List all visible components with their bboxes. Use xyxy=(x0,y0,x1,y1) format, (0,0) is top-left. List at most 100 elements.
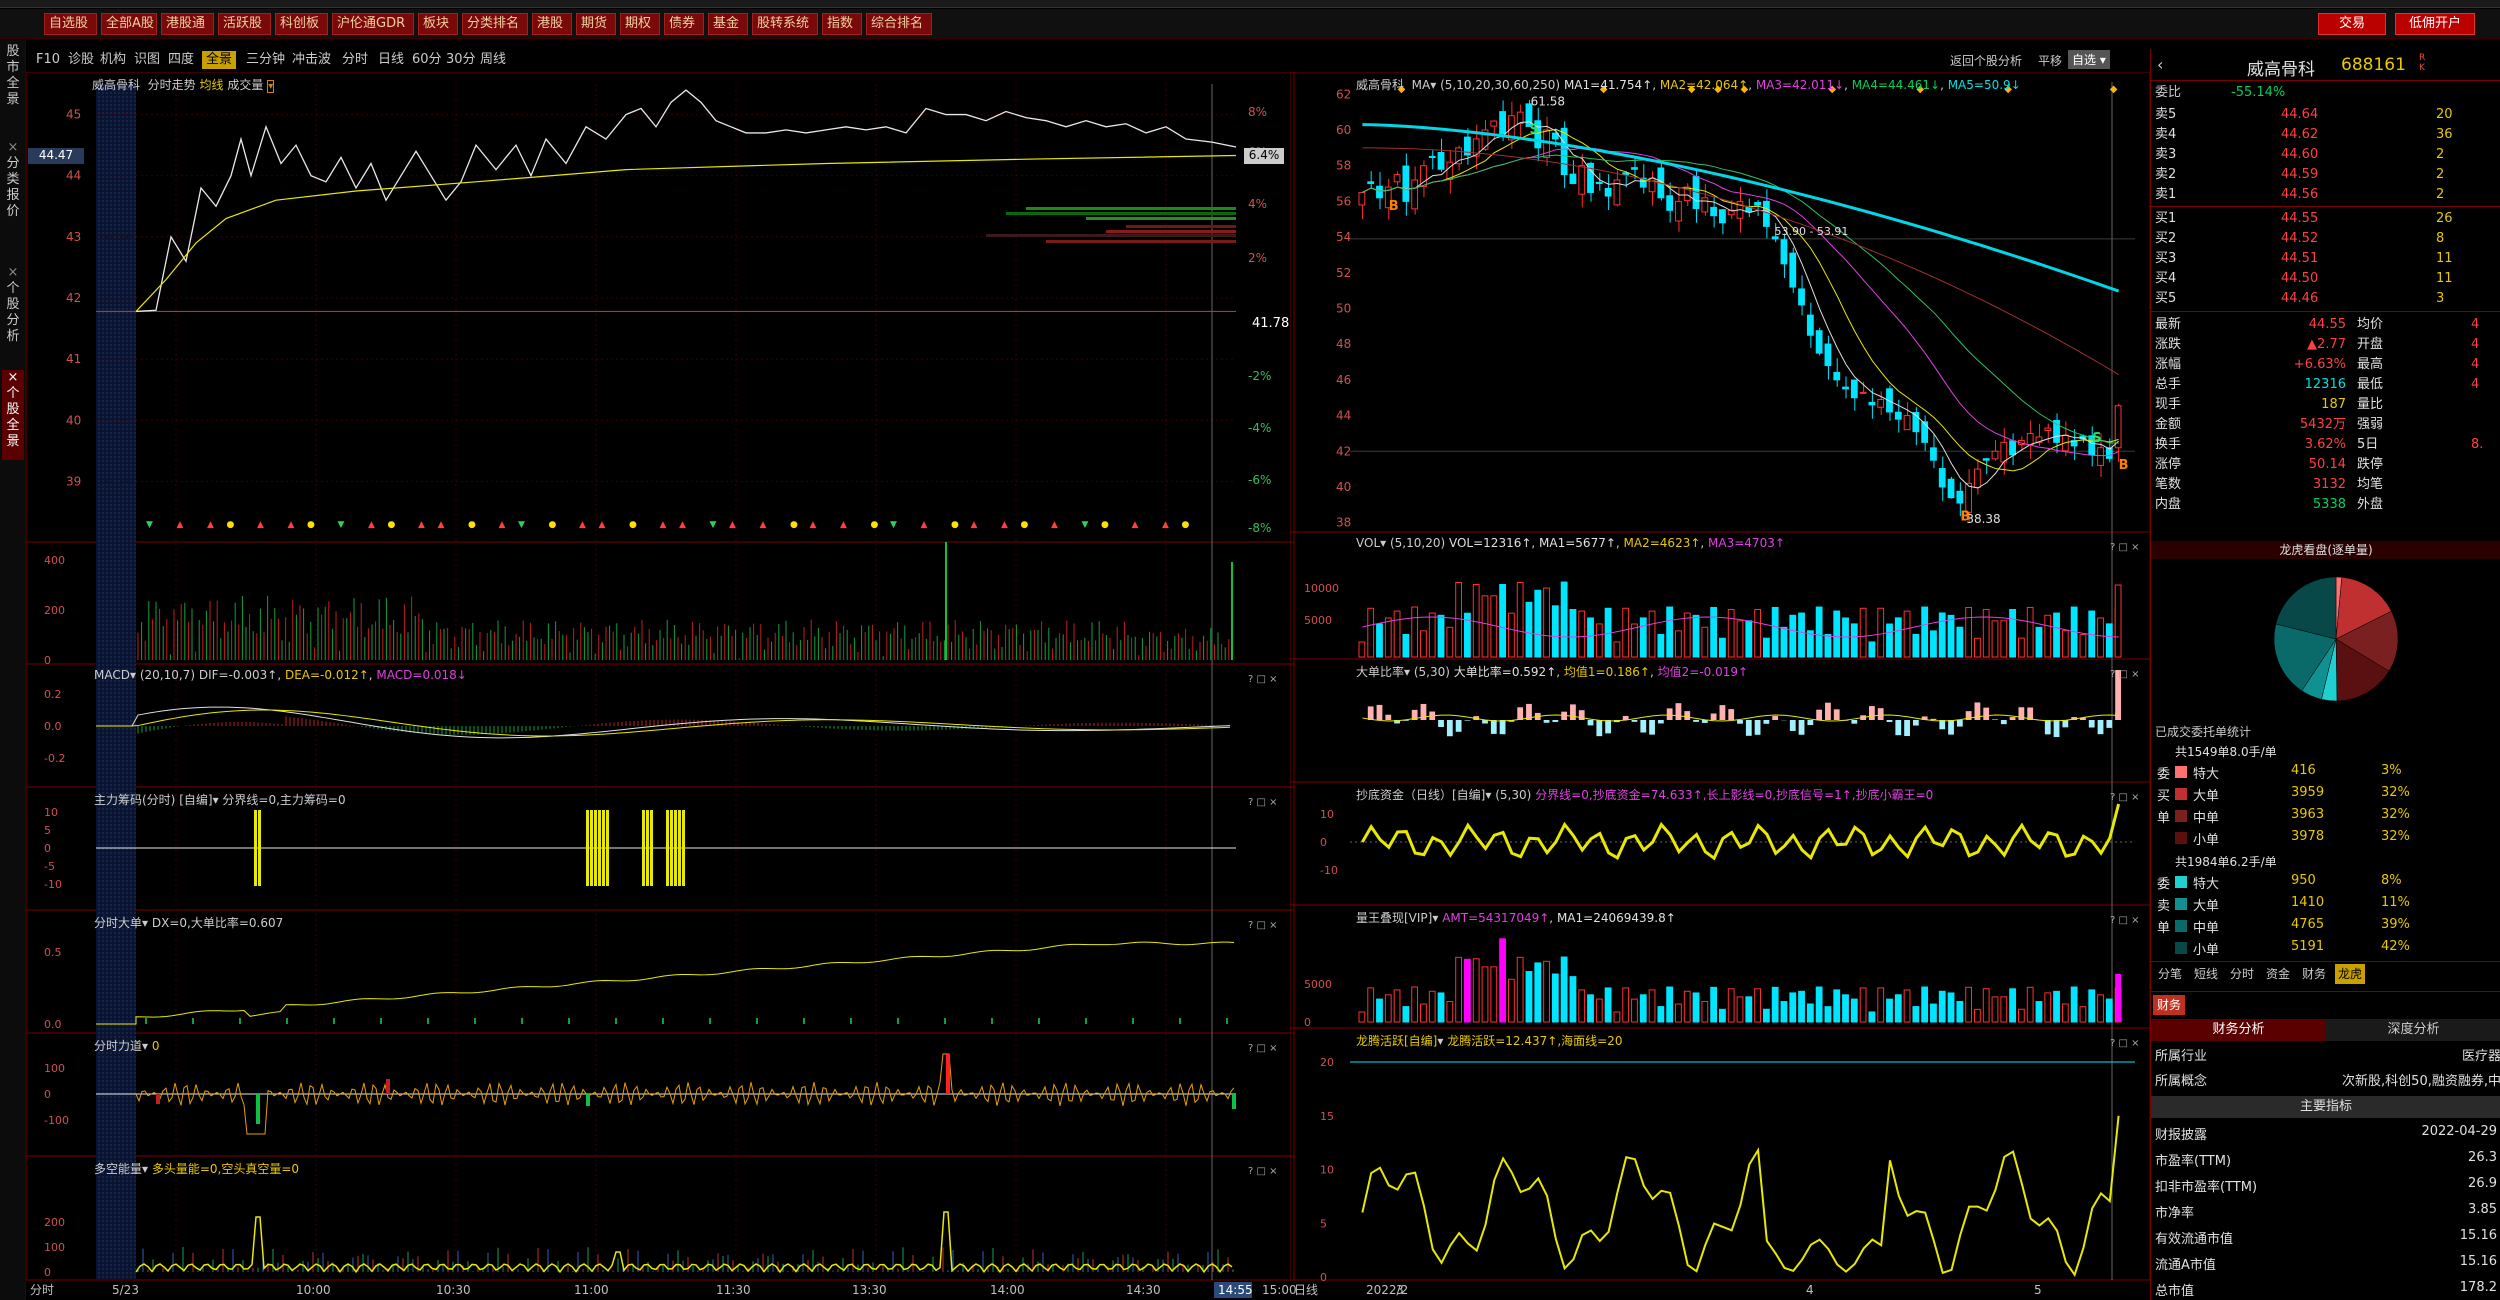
toolbar-button[interactable]: 分类排名 xyxy=(462,13,528,35)
time-tick: 10:00 xyxy=(296,1283,331,1297)
panel-window-controls: ? □ × xyxy=(2110,1038,2140,1049)
daily-bigorder-bar xyxy=(1640,720,1647,733)
trade-button[interactable]: 交易 xyxy=(2318,13,2386,35)
toolbar-button[interactable]: 期货 xyxy=(576,13,616,35)
daily-vol-bar xyxy=(1974,637,1981,658)
toolbar-button[interactable]: 板块 xyxy=(418,13,458,35)
signal-marker: ● xyxy=(790,520,798,530)
toolbar-button[interactable]: 沪伦通GDR xyxy=(332,13,414,35)
tab-stock-analysis[interactable]: × 个股分析 xyxy=(2,265,24,365)
bid-level: 买4 xyxy=(2155,271,2177,286)
bigorder-title[interactable]: 分时大单 xyxy=(94,916,142,930)
toolbar-button[interactable]: 科创板 xyxy=(275,13,328,35)
daily-bottom-title[interactable]: 抄底资金（日线）[自编] xyxy=(1356,788,1485,802)
stat-label: 金额 xyxy=(2155,417,2182,432)
subbar-item[interactable]: F10 xyxy=(32,51,64,69)
toolbar-button[interactable]: 活跃股 xyxy=(218,13,271,35)
subbar-item[interactable]: 四度 xyxy=(164,51,198,69)
energy-title[interactable]: 多空能量 xyxy=(94,1162,142,1176)
daily-bigorder-bar xyxy=(1464,720,1471,721)
subbar-item[interactable]: 机构 xyxy=(96,51,130,69)
watchlist-select[interactable]: 自选 ▾ xyxy=(2068,50,2110,69)
daily-bigorder-title[interactable]: 大单比率 xyxy=(1356,665,1404,679)
quote-tab[interactable]: 分笔 xyxy=(2155,964,2185,984)
subbar-item[interactable]: 冲击波 xyxy=(288,51,335,69)
subbar-item[interactable]: 识图 xyxy=(130,51,164,69)
candle-body xyxy=(1894,411,1902,420)
daily-vol-header: VOL▾ (5,10,20) VOL=12316↑, MA1=5677↑, MA… xyxy=(1356,536,1785,550)
daily-price-tick: 40 xyxy=(1336,480,1351,494)
tab-market-overview[interactable]: 股市全景 xyxy=(2,44,24,108)
ma-label[interactable]: MA xyxy=(1412,78,1431,92)
daily-vol-bar xyxy=(1868,641,1876,658)
daily-bigorder-bar xyxy=(1798,720,1805,735)
subbar-item[interactable]: 三分钟 xyxy=(242,51,289,69)
candle-body xyxy=(1358,191,1366,206)
ask-row: 卖1 44.56 2 xyxy=(2151,185,2500,205)
quote-tab[interactable]: 分时 xyxy=(2227,964,2257,984)
subbar-item[interactable]: 分时 xyxy=(338,51,372,69)
toolbar-button[interactable]: 股转系统 xyxy=(752,13,818,35)
toolbar-button[interactable]: 港股通 xyxy=(161,13,214,35)
macd-title[interactable]: MACD xyxy=(94,668,130,682)
daily-dragon-title[interactable]: 龙腾活跃[自编] xyxy=(1356,1034,1437,1048)
chip-title[interactable]: 主力筹码(分时) xyxy=(94,793,175,807)
toolbar-button[interactable]: 指数 xyxy=(822,13,862,35)
fin-analysis-tab[interactable]: 财务分析 xyxy=(2151,1019,2326,1041)
daily-vip-bar xyxy=(1367,987,1375,1023)
tab-category-quotes[interactable]: × 分类报价 xyxy=(2,140,24,260)
toolbar-button[interactable]: 债券 xyxy=(664,13,704,35)
subbar-item[interactable]: 30分 xyxy=(442,51,480,69)
deep-analysis-tab[interactable]: 深度分析 xyxy=(2326,1019,2500,1041)
signal-marker: ● xyxy=(1101,520,1109,530)
daily-vip-title[interactable]: 量王叠现[VIP] xyxy=(1356,911,1432,925)
tab-stock-panorama[interactable]: × 个股全景 xyxy=(2,370,24,460)
bid-row: 买3 44.51 11 xyxy=(2151,249,2500,269)
fin-tab[interactable]: 财务 xyxy=(2153,995,2186,1015)
toolbar-button[interactable]: 港股 xyxy=(532,13,572,35)
daily-vol-title[interactable]: VOL xyxy=(1356,536,1380,550)
chip-bar xyxy=(258,810,261,886)
subbar-item[interactable]: 全景 xyxy=(202,51,237,69)
subbar-item[interactable]: 周线 xyxy=(476,51,510,69)
quote-tab[interactable]: 短线 xyxy=(2191,964,2221,984)
fin-value: 医疗器 xyxy=(2461,1049,2500,1064)
signal-marker: ▲ xyxy=(438,520,445,530)
daily-vol-bar xyxy=(1762,637,1770,658)
stat-label: 最低 xyxy=(2357,377,2384,392)
toolbar-button[interactable]: 基金 xyxy=(708,13,748,35)
toolbar-button[interactable]: 综合排名 xyxy=(866,13,932,35)
daily-dragon-tick: 15 xyxy=(1320,1110,1334,1123)
toolbar-button[interactable]: 期权 xyxy=(620,13,660,35)
candle-body xyxy=(1965,482,1973,513)
back-to-analysis-link[interactable]: 返回个股分析 xyxy=(1950,52,2022,69)
chip-bar xyxy=(254,810,257,886)
subbar-item[interactable]: 诊股 xyxy=(64,51,98,69)
signal-marker: ▼ xyxy=(518,520,525,530)
quote-tab[interactable]: 龙虎 xyxy=(2335,964,2366,984)
depth-bar xyxy=(1006,212,1236,215)
daily-vol-bar xyxy=(1780,626,1788,658)
daily-dragon-line xyxy=(1361,1115,2120,1277)
toolbar-button[interactable]: 自选股 xyxy=(44,13,97,35)
quote-tab[interactable]: 财务 xyxy=(2299,964,2329,984)
force-title[interactable]: 分时力道 xyxy=(94,1039,142,1053)
quote-tab[interactable]: 资金 xyxy=(2263,964,2293,984)
toolbar-button[interactable]: 全部A股 xyxy=(101,13,157,35)
daily-bigorder-bar xyxy=(2088,720,2095,728)
candle-body xyxy=(1956,490,1964,504)
open-account-button[interactable]: 低佣开户 xyxy=(2395,13,2475,35)
subbar-item[interactable]: 60分 xyxy=(408,51,446,69)
panel-window-controls: ? □ × xyxy=(2110,792,2140,803)
candle-body xyxy=(1710,206,1718,217)
order-size-label: 小单 xyxy=(2193,833,2220,848)
vol-tick: 0 xyxy=(44,654,51,667)
pie-title: 龙虎看盘(逐单量) xyxy=(2151,541,2500,559)
order-size-label: 大单 xyxy=(2193,899,2220,914)
daily-bigorder-bar xyxy=(2000,720,2007,725)
stat-label: 均价 xyxy=(2357,317,2384,332)
daily-vip-bar xyxy=(1569,976,1577,1023)
back-arrow-icon[interactable]: ‹ xyxy=(2157,55,2163,74)
subbar-item[interactable]: 日线 xyxy=(374,51,408,69)
pan-button[interactable]: 平移 xyxy=(2038,52,2062,69)
